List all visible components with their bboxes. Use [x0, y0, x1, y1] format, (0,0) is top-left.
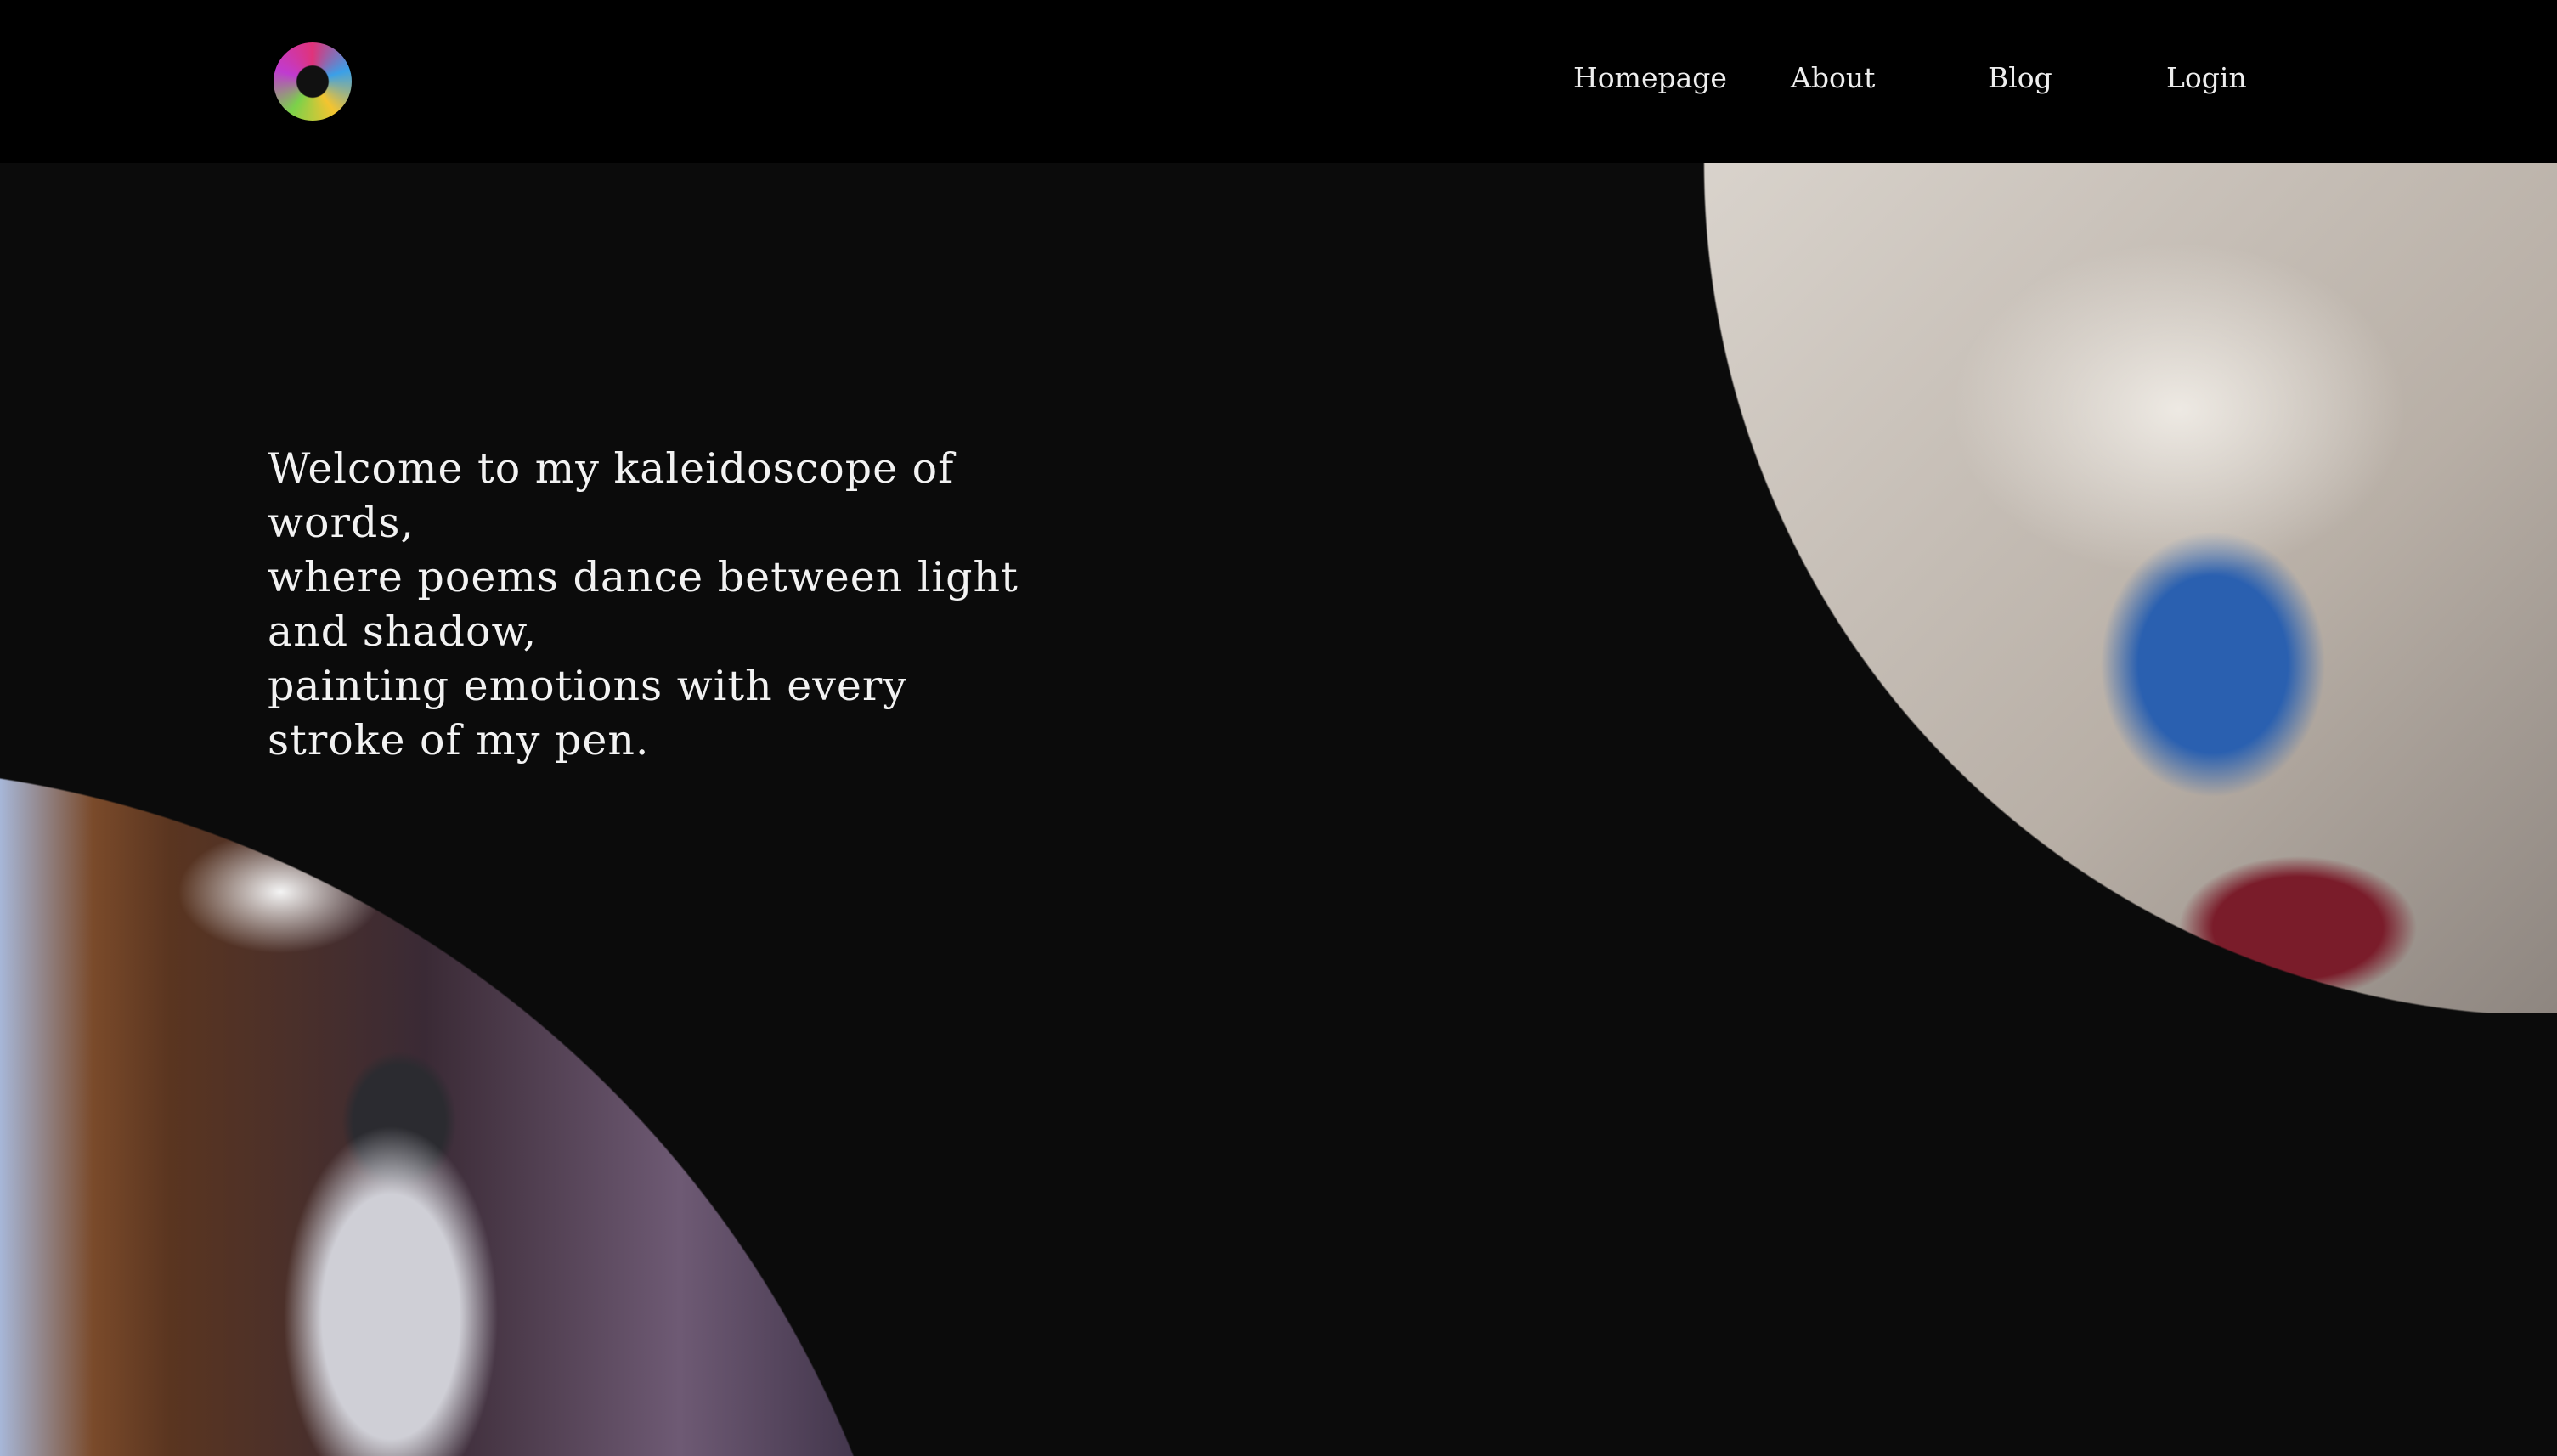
hero-image-left [0, 765, 943, 1456]
hero-text: Welcome to my kaleidoscope of words, whe… [268, 442, 1049, 768]
site-logo[interactable] [274, 42, 352, 121]
nav-blog[interactable]: Blog [1988, 61, 2052, 94]
hero-line: where poems dance between light and shad… [268, 553, 1019, 656]
hero-image-right [1703, 163, 2557, 1013]
site-header: Homepage About Blog Login [0, 0, 2557, 163]
nav-login[interactable]: Login [2166, 61, 2247, 94]
nav-homepage[interactable]: Homepage [1573, 61, 1727, 94]
hero-line: Welcome to my kaleidoscope of words, [268, 444, 955, 547]
hero-line: painting emotions with every stroke of m… [268, 662, 907, 765]
nav-about[interactable]: About [1791, 61, 1875, 94]
